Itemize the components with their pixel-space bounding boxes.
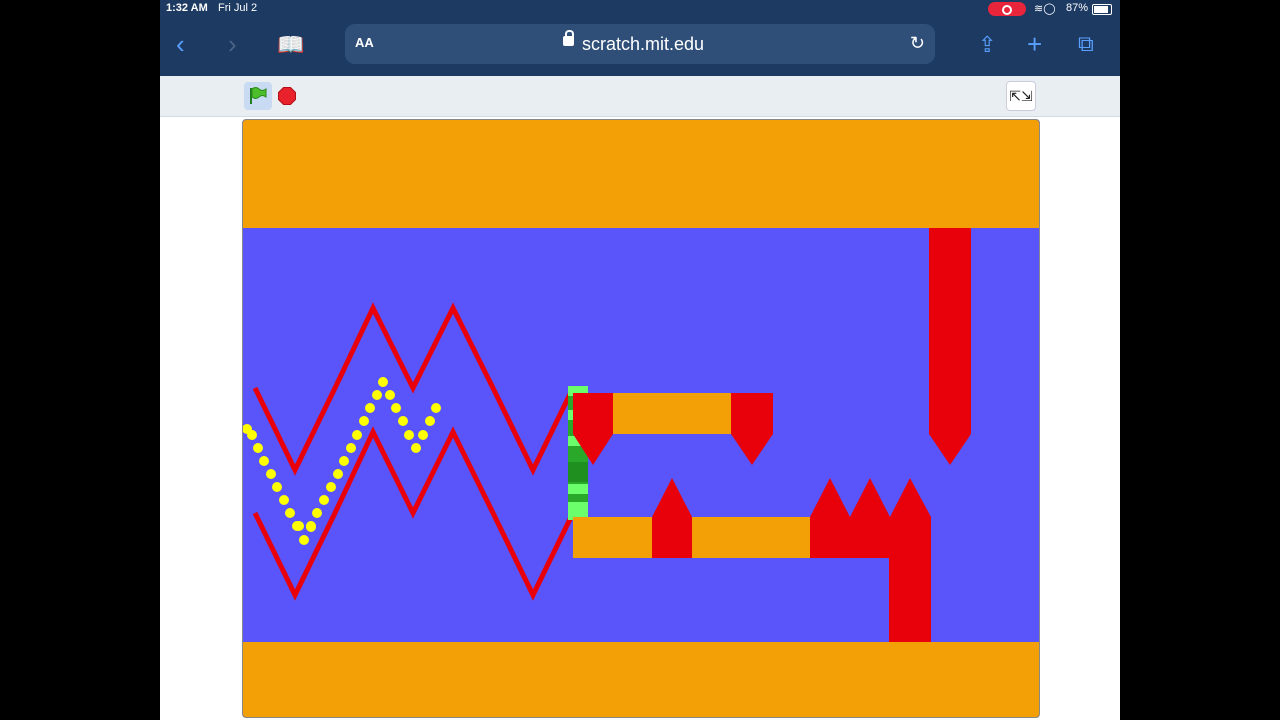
game-canvas <box>243 120 1039 717</box>
floor-wall <box>243 642 1039 717</box>
browser-toolbar: ‹ › 📖 AA scratch.mit.edu ↻ ⇪ + ⧉ <box>160 18 1120 76</box>
battery-icon <box>1092 4 1112 15</box>
address-bar[interactable]: AA scratch.mit.edu ↻ <box>345 24 935 64</box>
stop-icon[interactable] <box>278 87 296 105</box>
url-text[interactable]: scratch.mit.edu <box>582 34 704 55</box>
player-controls: ⇱⇲ <box>160 76 1120 117</box>
status-date: Fri Jul 2 <box>218 2 258 14</box>
lock-icon <box>563 30 574 46</box>
ipad-screen: 1:32 AM Fri Jul 2 ≋◯ 87% ‹ › 📖 AA scratc… <box>160 0 1120 720</box>
tabs-icon[interactable]: ⧉ <box>1078 31 1094 57</box>
screen-record-icon[interactable] <box>988 2 1026 16</box>
battery-percent: 87% <box>1066 2 1089 14</box>
ceiling-pillar <box>929 228 971 465</box>
share-icon[interactable]: ⇪ <box>978 32 996 58</box>
bookmarks-icon[interactable]: 📖 <box>277 32 304 58</box>
wifi-icon: ≋◯ <box>1034 3 1056 15</box>
exit-fullscreen-icon[interactable]: ⇱⇲ <box>1006 81 1036 111</box>
text-size-button[interactable]: AA <box>355 35 374 50</box>
back-icon[interactable]: ‹ <box>176 31 185 57</box>
game-stage[interactable] <box>242 119 1040 718</box>
status-time: 1:32 AM <box>166 2 208 14</box>
ceiling-wall <box>243 120 1039 228</box>
reload-icon[interactable]: ↻ <box>910 33 925 54</box>
status-bar: 1:32 AM Fri Jul 2 ≋◯ 87% <box>160 0 1120 18</box>
green-flag-icon[interactable] <box>244 82 272 110</box>
forward-icon[interactable]: › <box>228 31 237 57</box>
new-tab-icon[interactable]: + <box>1027 31 1042 57</box>
